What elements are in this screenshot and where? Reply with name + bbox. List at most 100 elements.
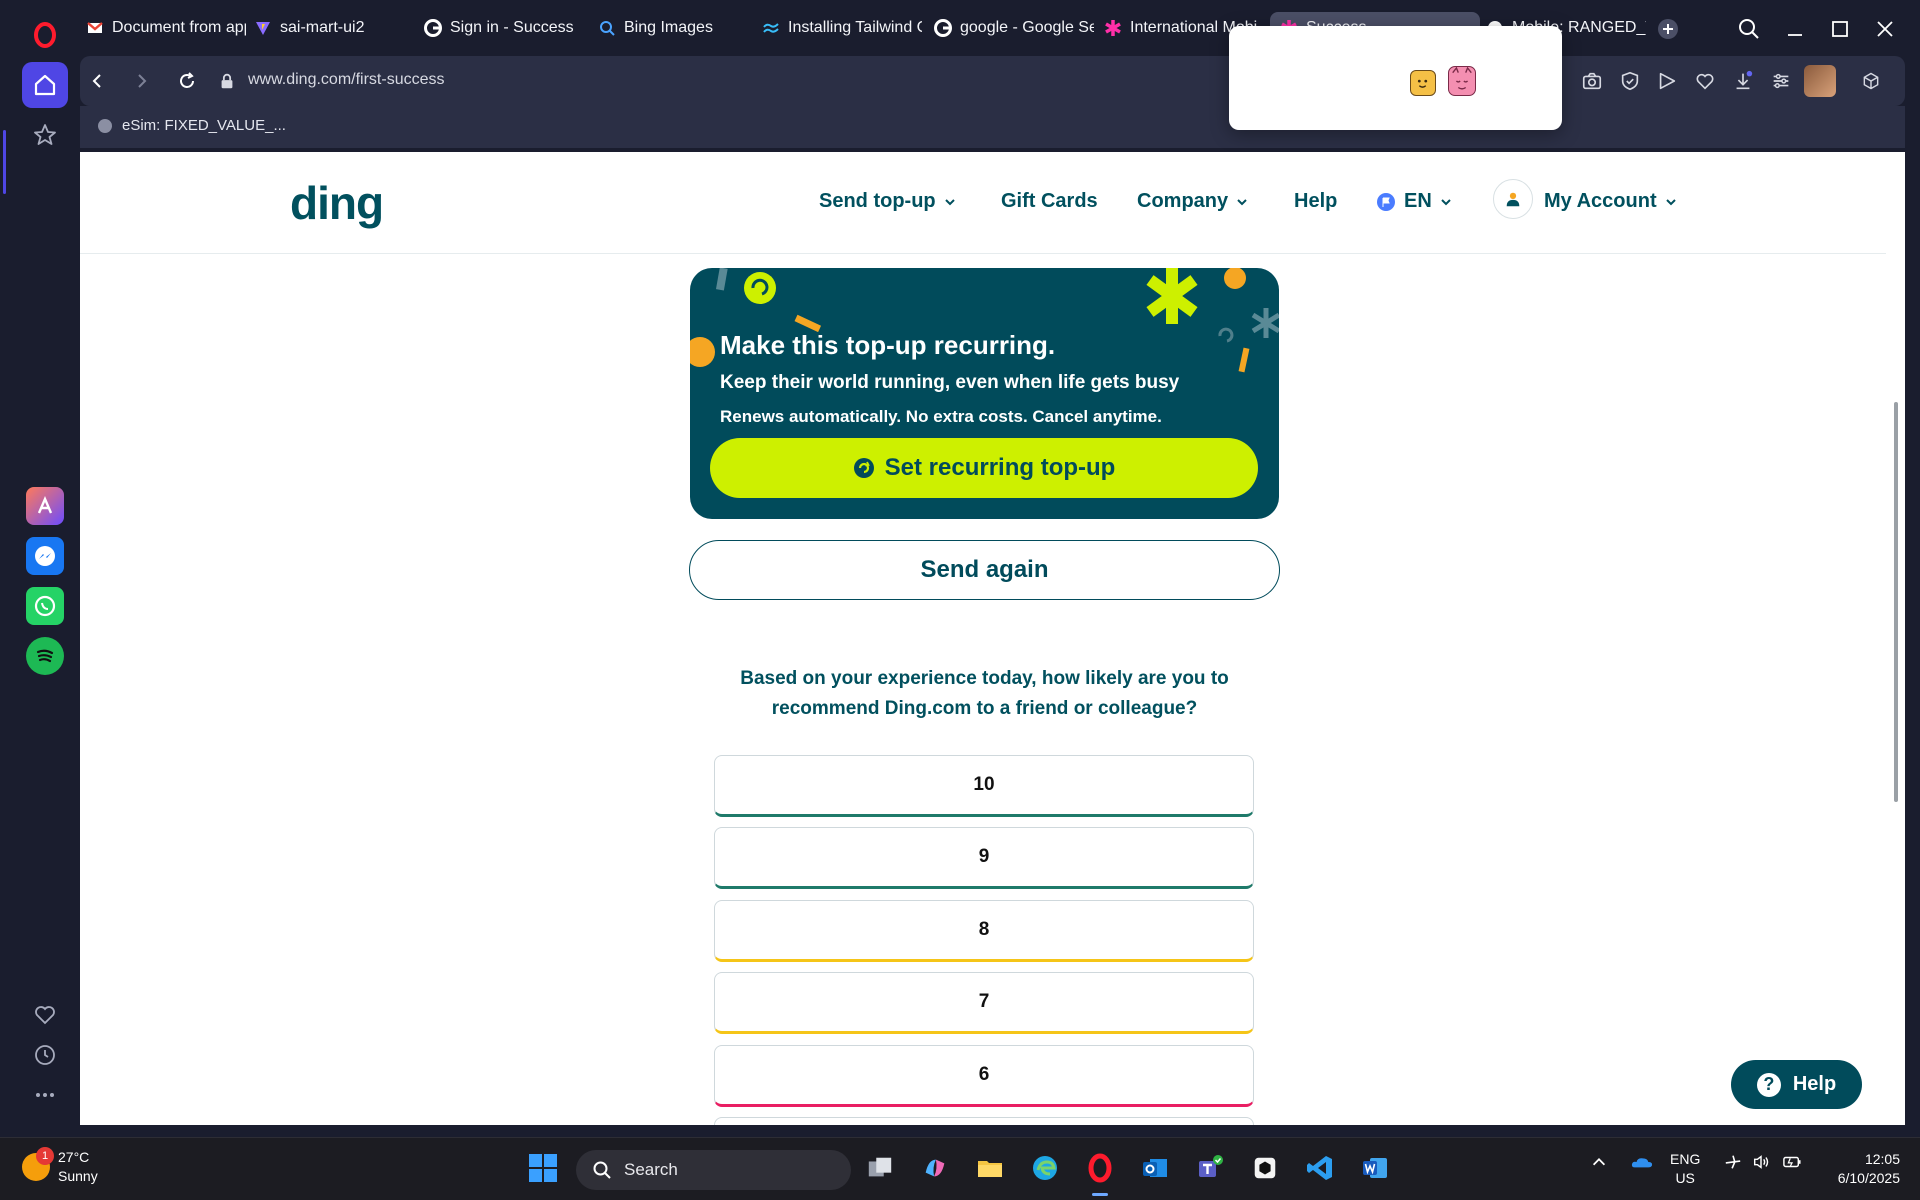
battery-icon[interactable] (1782, 1153, 1802, 1174)
vscode-icon[interactable] (1302, 1150, 1338, 1186)
file-explorer-icon[interactable] (972, 1150, 1008, 1186)
more-icon[interactable] (22, 1072, 68, 1118)
back-button[interactable] (82, 66, 112, 96)
google-icon (934, 19, 952, 37)
page-scrollbar[interactable] (1886, 152, 1905, 1125)
tab-sign-in[interactable]: Sign in - Success (424, 12, 574, 44)
recurring-note: Renews automatically. No extra costs. Ca… (720, 407, 1162, 426)
camera-icon[interactable] (1579, 68, 1605, 94)
recurring-topup-card: Make this top-up recurring. Keep their w… (690, 268, 1279, 519)
profile-avatar[interactable] (1804, 65, 1836, 97)
weather-desc: Sunny (58, 1168, 98, 1184)
word-icon[interactable] (1357, 1150, 1393, 1186)
reload-button[interactable] (172, 66, 202, 96)
score-option-6[interactable]: 6 (714, 1045, 1254, 1107)
nav-company[interactable]: Company (1137, 190, 1248, 213)
tab-bing-images[interactable]: Bing Images (598, 12, 738, 44)
account-avatar-icon[interactable] (1493, 179, 1533, 219)
chevron-down-icon (1441, 198, 1451, 205)
task-view-icon[interactable] (862, 1150, 898, 1186)
score-option-8[interactable]: 8 (714, 900, 1254, 962)
nav-help[interactable]: Help (1294, 190, 1337, 213)
shield-icon[interactable] (1617, 68, 1643, 94)
web-page: ding Send top-up Gift Cards Company Help… (80, 152, 1886, 1125)
send-again-button[interactable]: Send again (689, 540, 1280, 600)
smile-face-icon[interactable] (1410, 70, 1436, 96)
minimize-icon[interactable] (1780, 14, 1810, 44)
extension-popup (1229, 26, 1562, 130)
app-cube-icon[interactable] (1247, 1150, 1283, 1186)
recurring-subtitle: Keep their world running, even when life… (720, 372, 1180, 393)
nav-gift-cards[interactable]: Gift Cards (1001, 190, 1098, 213)
tab-strip: Document from app sai-mart-ui2 Sign in -… (80, 0, 1920, 56)
taskbar-search[interactable]: Search (576, 1150, 851, 1190)
score-option-9[interactable]: 9 (714, 827, 1254, 889)
close-window-icon[interactable] (1870, 14, 1900, 44)
box-icon[interactable] (1858, 68, 1884, 94)
edge-icon[interactable] (1027, 1150, 1063, 1186)
teams-icon[interactable] (1192, 1150, 1228, 1186)
chevron-up-icon[interactable] (1590, 1153, 1608, 1174)
spotify-icon[interactable] (26, 637, 64, 675)
opera-taskbar-icon[interactable] (1082, 1150, 1118, 1186)
gmail-icon (86, 19, 104, 37)
score-option-5-partial[interactable] (714, 1117, 1254, 1125)
weather-widget[interactable]: 1 27°C Sunny (22, 1147, 98, 1186)
bookmarks-bar: eSim: FIXED_VALUE_... (80, 106, 1905, 148)
bookmark-esim[interactable]: eSim: FIXED_VALUE_... (98, 117, 286, 134)
maximize-icon[interactable] (1825, 14, 1855, 44)
chevron-down-icon (1665, 198, 1676, 205)
chevron-down-icon (1237, 198, 1247, 205)
tab-google-search[interactable]: google - Google Sea (934, 12, 1094, 44)
score-option-10[interactable]: 10 (714, 755, 1254, 817)
nav-send-topup[interactable]: Send top-up (819, 190, 956, 213)
bookmark-favicon-icon (98, 118, 112, 133)
nav-language[interactable]: EN (1376, 190, 1452, 213)
language-flag-icon (1377, 192, 1395, 211)
heart-icon[interactable] (1692, 68, 1718, 94)
address-bar: www.ding.com/first-success (80, 56, 1905, 106)
active-app-indicator (1092, 1193, 1108, 1196)
bing-search-icon (598, 19, 616, 37)
scroll-thumb[interactable] (1894, 402, 1898, 802)
forward-button[interactable] (127, 66, 157, 96)
url-field[interactable]: www.ding.com/first-success (248, 71, 445, 89)
send-icon[interactable] (1654, 68, 1680, 94)
chevron-down-icon (944, 198, 955, 205)
ding-logo[interactable]: ding (290, 176, 384, 230)
tab-vite[interactable]: sai-mart-ui2 (254, 12, 404, 44)
new-tab-button[interactable] (1653, 14, 1683, 44)
set-recurring-topup-button[interactable]: Set recurring top-up (710, 438, 1258, 498)
aria-icon[interactable] (26, 487, 64, 525)
cat-face-icon[interactable] (1448, 66, 1476, 96)
sidebar-active-indicator (3, 130, 6, 194)
home-icon[interactable] (22, 62, 68, 108)
search-icon (593, 1161, 611, 1179)
airplane-mode-icon[interactable] (1724, 1153, 1742, 1174)
question-icon: ? (1756, 1072, 1781, 1097)
star-icon[interactable] (22, 112, 68, 158)
onedrive-icon[interactable] (1630, 1153, 1654, 1174)
outlook-icon[interactable] (1137, 1150, 1173, 1186)
tab-tailwind[interactable]: Installing Tailwind C (762, 12, 922, 44)
opera-logo-icon[interactable] (22, 12, 68, 58)
recurring-title: Make this top-up recurring. (720, 330, 1056, 360)
lock-icon[interactable] (212, 66, 242, 96)
whatsapp-icon[interactable] (26, 587, 64, 625)
language-indicator[interactable]: ENG US (1670, 1150, 1700, 1188)
google-icon (424, 19, 442, 37)
help-chat-button[interactable]: ? Help (1731, 1060, 1862, 1109)
tab-gmail[interactable]: Document from app (86, 12, 246, 44)
download-icon[interactable] (1730, 68, 1756, 94)
copilot-icon[interactable] (917, 1150, 953, 1186)
messenger-icon[interactable] (26, 537, 64, 575)
windows-start-icon[interactable] (525, 1150, 561, 1186)
easy-setup-icon[interactable] (1768, 68, 1794, 94)
score-option-7[interactable]: 7 (714, 972, 1254, 1034)
search-tabs-icon[interactable] (1734, 14, 1764, 44)
system-clock[interactable]: 12:05 6/10/2025 (1820, 1150, 1900, 1188)
windows-taskbar: 1 27°C Sunny Search ENG US 12:05 6/10/20… (0, 1137, 1920, 1200)
nav-my-account[interactable]: My Account (1544, 190, 1677, 213)
volume-icon[interactable] (1752, 1153, 1770, 1174)
ding-asterisk-icon (1104, 19, 1122, 37)
